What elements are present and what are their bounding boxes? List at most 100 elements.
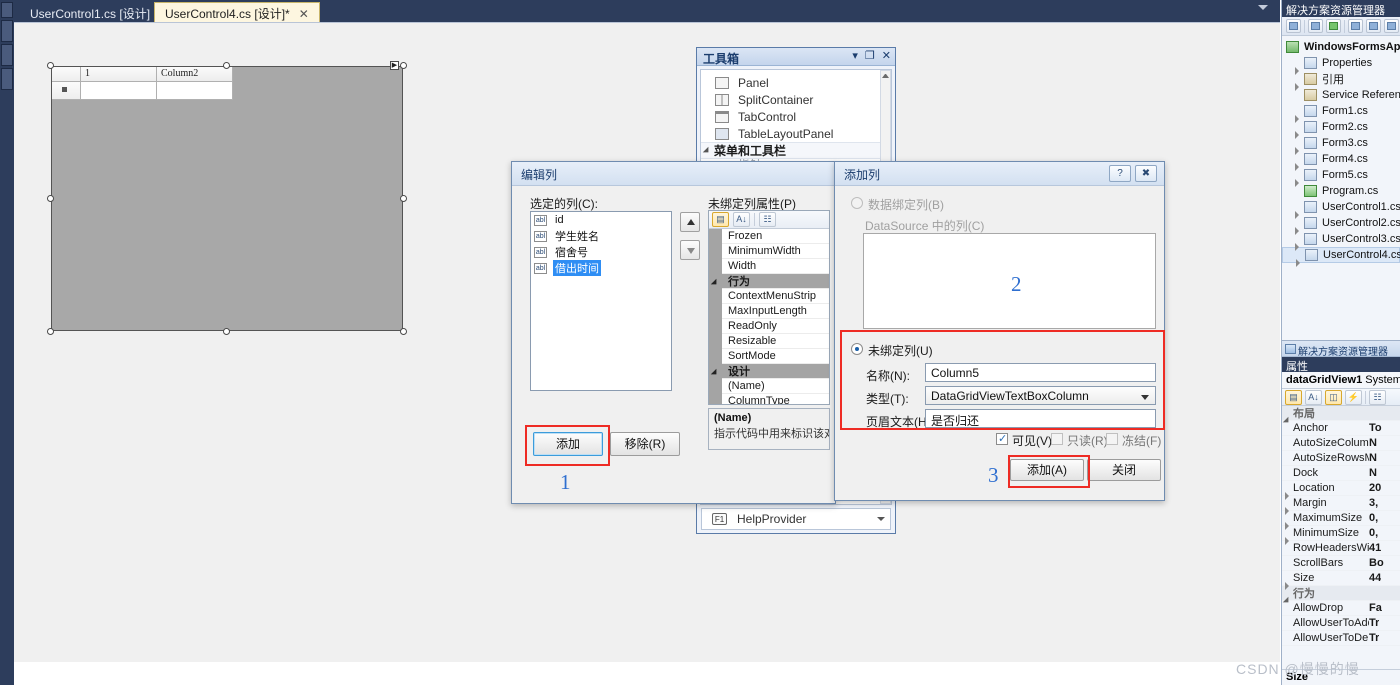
selected-columns-listbox[interactable]: abl id abl 学生姓名 abl 宿舍号 abl 借出时间 bbox=[530, 211, 672, 391]
property-row[interactable]: MaximumSize 0, bbox=[1282, 511, 1400, 530]
toolbox-group-menus-toolbars[interactable]: 菜单和工具栏 bbox=[701, 142, 891, 159]
list-item[interactable]: abl 宿舍号 bbox=[531, 244, 671, 260]
row-header-new[interactable] bbox=[52, 82, 81, 100]
move-down-button[interactable] bbox=[680, 240, 700, 260]
grid-cell-1-1[interactable] bbox=[81, 82, 157, 100]
property-grid-toolbar[interactable]: ▤ A↓ ☷ bbox=[709, 211, 829, 229]
properties-toolbar[interactable]: ▤ A↓ ◫ ⚡ ☷ bbox=[1282, 389, 1400, 406]
table-row[interactable]: MinimumWidth bbox=[709, 243, 829, 259]
toolbox-item-panel[interactable]: Panel bbox=[701, 74, 891, 91]
solution-node-usercontrol3[interactable]: UserControl3.cs bbox=[1282, 231, 1400, 251]
scroll-up-icon[interactable] bbox=[882, 74, 889, 78]
property-row[interactable]: Dock N bbox=[1282, 466, 1400, 481]
solution-explorer-panel[interactable]: 解决方案资源管理器 WindowsFormsApp Properties 引用 … bbox=[1281, 0, 1400, 340]
readonly-checkbox[interactable] bbox=[1051, 433, 1063, 445]
grid-cell-1-2[interactable] bbox=[157, 82, 233, 100]
resize-handle-nw[interactable] bbox=[47, 62, 54, 69]
table-row[interactable]: ReadOnly bbox=[709, 318, 829, 334]
property-grid-rows[interactable]: Frozen MinimumWidth Width 行为 ContextMenu… bbox=[709, 228, 829, 404]
property-value[interactable]: 41 bbox=[1369, 542, 1381, 554]
property-category-row[interactable]: 行为 bbox=[1282, 586, 1400, 601]
usercontrol-design-canvas[interactable]: 1 Column2 ▶ bbox=[25, 30, 585, 402]
list-item[interactable]: abl 学生姓名 bbox=[531, 228, 671, 244]
datagridview-control[interactable]: 1 Column2 bbox=[51, 66, 403, 331]
add-column-button[interactable]: 添加 bbox=[533, 432, 603, 456]
resize-handle-sw[interactable] bbox=[47, 328, 54, 335]
property-value[interactable]: Tr bbox=[1369, 617, 1379, 629]
property-value[interactable]: Fa bbox=[1369, 602, 1382, 614]
smart-tag-icon[interactable]: ▶ bbox=[390, 61, 399, 70]
show-all-files-icon[interactable] bbox=[1348, 19, 1363, 33]
property-value[interactable]: 3, bbox=[1369, 497, 1378, 509]
property-value[interactable]: N bbox=[1369, 452, 1377, 464]
resize-handle-e[interactable] bbox=[400, 195, 407, 202]
vertical-tab-1[interactable] bbox=[1, 2, 13, 18]
chevron-down-icon[interactable] bbox=[1258, 5, 1268, 10]
datagridview-corner-cell[interactable] bbox=[52, 67, 81, 82]
toolbox-item-tablelayoutpanel[interactable]: TableLayoutPanel bbox=[701, 125, 891, 142]
property-row[interactable]: Margin 3, bbox=[1282, 496, 1400, 515]
table-row-category[interactable]: 行为 bbox=[709, 273, 829, 289]
chevron-down-icon[interactable]: ▾ bbox=[852, 50, 858, 62]
property-row[interactable]: Anchor To bbox=[1282, 421, 1400, 436]
move-up-button[interactable] bbox=[680, 212, 700, 232]
property-value[interactable]: N bbox=[1369, 437, 1377, 449]
solution-node-form5[interactable]: Form5.cs bbox=[1282, 167, 1400, 187]
solution-node-references[interactable]: 引用 bbox=[1282, 71, 1400, 91]
remove-column-button[interactable]: 移除(R) bbox=[610, 432, 680, 456]
table-row[interactable]: SortMode bbox=[709, 348, 829, 364]
resize-handle-s[interactable] bbox=[223, 328, 230, 335]
properties-window-icon[interactable] bbox=[1308, 19, 1323, 33]
property-row[interactable]: Location 20 bbox=[1282, 481, 1400, 500]
visible-checkbox[interactable] bbox=[996, 432, 1008, 445]
table-row[interactable]: Width bbox=[709, 258, 829, 274]
property-row[interactable]: AutoSizeRowsMocN bbox=[1282, 451, 1400, 466]
property-value[interactable]: 0, bbox=[1369, 512, 1378, 524]
table-row[interactable]: ColumnType bbox=[709, 393, 829, 404]
vertical-tab-3[interactable] bbox=[1, 44, 13, 66]
table-row-category[interactable]: 设计 bbox=[709, 363, 829, 379]
property-row[interactable]: AllowUserToDeleteTr bbox=[1282, 631, 1400, 646]
column-property-grid[interactable]: ▤ A↓ ☷ Frozen MinimumWidth Width 行为 Cont… bbox=[708, 210, 830, 405]
header-text-input[interactable]: 是否归还 bbox=[925, 409, 1156, 428]
toolbox-item-helpprovider[interactable]: F1 HelpProvider bbox=[701, 508, 891, 530]
solution-node-root[interactable]: WindowsFormsApp bbox=[1282, 39, 1400, 55]
alphabetical-sort-icon[interactable]: A↓ bbox=[733, 212, 750, 227]
name-input[interactable]: Column5 bbox=[925, 363, 1156, 382]
solution-node-properties[interactable]: Properties bbox=[1282, 55, 1400, 75]
property-value[interactable]: N bbox=[1369, 467, 1377, 479]
properties-object-selector[interactable]: dataGridView1 System.W bbox=[1282, 372, 1400, 389]
chevron-down-icon[interactable] bbox=[1141, 395, 1149, 400]
solution-node-usercontrol2[interactable]: UserControl2.cs bbox=[1282, 215, 1400, 235]
view-code-icon[interactable] bbox=[1384, 19, 1399, 33]
close-button[interactable]: 关闭 bbox=[1087, 459, 1161, 481]
tab-usercontrol4[interactable]: UserControl4.cs [设计]* ✕ bbox=[154, 2, 320, 22]
solution-explorer-toolbar[interactable] bbox=[1282, 17, 1400, 36]
close-icon[interactable]: ✕ bbox=[299, 7, 309, 21]
left-vertical-toolstrip[interactable] bbox=[0, 0, 14, 685]
properties-grid[interactable]: 布局 AnchorTo AutoSizeColumnsMN AutoSizeRo… bbox=[1282, 406, 1400, 646]
categorized-view-icon[interactable]: ▤ bbox=[1285, 389, 1302, 405]
table-row[interactable]: ContextMenuStrip bbox=[709, 288, 829, 304]
view-designer-icon[interactable] bbox=[1366, 19, 1381, 33]
property-row[interactable]: AutoSizeColumnsMN bbox=[1282, 436, 1400, 451]
resize-handle-n[interactable] bbox=[223, 62, 230, 69]
property-value[interactable]: Tr bbox=[1369, 632, 1379, 644]
help-icon[interactable]: ? bbox=[1109, 165, 1131, 182]
close-icon[interactable]: ✕ bbox=[882, 50, 891, 62]
properties-view-icon[interactable]: ◫ bbox=[1325, 389, 1342, 405]
property-value[interactable]: 0, bbox=[1369, 527, 1378, 539]
maximize-icon[interactable]: ❐ bbox=[865, 50, 875, 62]
property-category-row[interactable]: 布局 bbox=[1282, 406, 1400, 421]
solution-node-usercontrol4[interactable]: UserControl4.cs bbox=[1282, 247, 1400, 267]
solution-node-service-references[interactable]: Service References bbox=[1282, 87, 1400, 103]
property-pages-icon[interactable]: ☷ bbox=[1369, 389, 1386, 405]
resize-handle-ne[interactable] bbox=[400, 62, 407, 69]
resize-handle-se[interactable] bbox=[400, 328, 407, 335]
refresh-icon[interactable] bbox=[1326, 19, 1341, 33]
property-row[interactable]: RowHeadersWidth41 bbox=[1282, 541, 1400, 556]
type-select[interactable]: DataGridViewTextBoxColumn bbox=[925, 386, 1156, 405]
property-row[interactable]: AllowUserToAddRTr bbox=[1282, 616, 1400, 631]
list-item-selected[interactable]: abl 借出时间 bbox=[531, 260, 671, 276]
add-button[interactable]: 添加(A) bbox=[1010, 459, 1084, 481]
